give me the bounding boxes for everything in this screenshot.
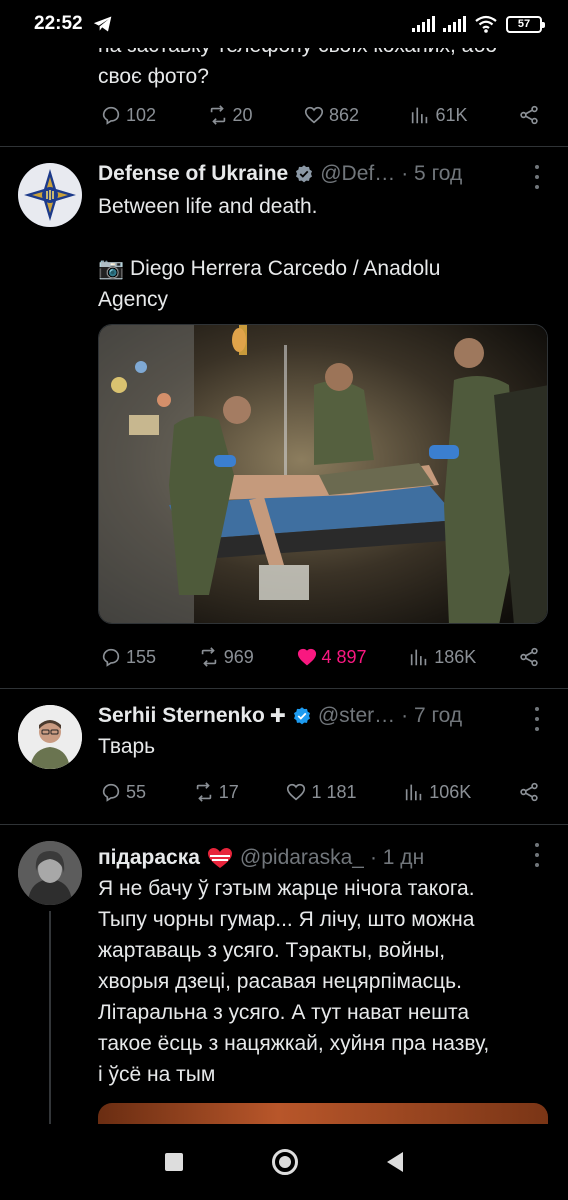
reply-count: 155 — [126, 646, 157, 667]
author-name[interactable]: Serhii Sternenko — [98, 704, 265, 728]
reply-count: 102 — [126, 104, 157, 125]
author-handle[interactable]: @Def… — [320, 162, 395, 186]
reply-count: 55 — [126, 781, 147, 802]
avatar[interactable] — [18, 163, 82, 227]
tweet-defense-of-ukraine[interactable]: Defense of Ukraine @Def… · 5 год Between… — [0, 147, 568, 687]
person-photo-icon — [18, 841, 82, 905]
tweet-actions: 102 20 862 61K — [100, 100, 540, 130]
share-icon — [520, 105, 538, 125]
timestamp[interactable]: · 7 год — [401, 704, 462, 728]
like-button[interactable]: 4 897 — [296, 646, 367, 668]
reply-icon — [102, 106, 120, 125]
like-count: 4 897 — [321, 646, 367, 667]
like-button[interactable]: 1 181 — [285, 781, 357, 803]
share-button[interactable] — [518, 646, 540, 668]
tweet-header: Serhii Sternenko ✚ @ster… · 7 год — [98, 701, 544, 731]
verified-badge-icon — [296, 165, 313, 183]
tweet-pidaraska[interactable]: підараска @pidaraska_ · 1 дн Я не бачу ў… — [0, 825, 568, 1143]
retweet-count: 20 — [232, 104, 253, 125]
avatar[interactable] — [18, 705, 82, 769]
heart-emoji-icon — [207, 848, 232, 868]
share-icon — [520, 782, 538, 802]
thread-line — [49, 911, 51, 1124]
status-left: 22:52 — [34, 13, 113, 35]
defense-emblem-icon — [18, 163, 82, 227]
tweet-actions: 55 17 1 181 106K — [100, 777, 540, 807]
heart-icon — [304, 106, 324, 124]
retweet-icon — [196, 782, 211, 802]
share-button[interactable] — [518, 781, 540, 803]
views-icon — [411, 649, 427, 666]
heart-filled-icon — [297, 648, 316, 666]
author-name[interactable]: підараска — [98, 846, 200, 870]
author-handle[interactable]: @pidaraska_ — [240, 846, 364, 870]
retweet-count: 969 — [223, 646, 254, 667]
like-count: 862 — [328, 104, 360, 125]
clock: 22:52 — [34, 13, 83, 34]
verified-badge-icon — [293, 707, 310, 725]
tweet-actions: 155 969 4 897 186K — [100, 642, 540, 672]
more-options-icon[interactable] — [534, 165, 540, 189]
field-hospital-photo — [99, 325, 547, 623]
tweet-text: Тварь — [98, 735, 156, 758]
signal-1-icon — [412, 16, 435, 32]
like-count: 1 181 — [311, 781, 357, 802]
views-button[interactable]: 61K — [409, 104, 468, 126]
system-nav-bar — [0, 1124, 568, 1200]
timestamp[interactable]: · 1 дн — [370, 846, 424, 870]
share-button[interactable] — [518, 104, 540, 126]
retweet-button[interactable]: 20 — [207, 104, 253, 126]
reply-icon — [102, 648, 120, 667]
share-icon — [520, 647, 538, 667]
retweet-button[interactable]: 17 — [193, 781, 239, 803]
reply-icon — [102, 783, 120, 802]
retweet-button[interactable]: 969 — [198, 646, 254, 668]
reply-button[interactable]: 155 — [100, 646, 156, 668]
views-button[interactable]: 106K — [403, 781, 471, 803]
back-button[interactable] — [387, 1152, 404, 1172]
signal-2-icon — [443, 16, 466, 32]
author-handle[interactable]: @ster… — [318, 704, 395, 728]
medical-cross-icon: ✚ — [269, 705, 286, 727]
tweet-text: Between life and death. 📷 Diego Herrera … — [98, 195, 441, 311]
recents-button[interactable] — [164, 1153, 183, 1171]
reply-button[interactable]: 55 — [100, 781, 146, 803]
view-count: 61K — [435, 104, 468, 125]
more-options-icon[interactable] — [534, 707, 540, 731]
battery-level: 57 — [517, 18, 531, 30]
tweet-sternenko[interactable]: Serhii Sternenko ✚ @ster… · 7 год Тварь … — [0, 689, 568, 823]
retweet-count: 17 — [218, 781, 239, 802]
views-button[interactable]: 186K — [408, 646, 476, 668]
heart-icon — [287, 783, 306, 801]
tweet-partial[interactable]: на заставку телефону своїх коханих, або … — [0, 30, 568, 150]
person-photo-icon — [18, 705, 82, 769]
status-right: 57 — [412, 15, 545, 33]
reply-button[interactable]: 102 — [100, 104, 156, 126]
retweet-icon — [201, 647, 216, 667]
home-button[interactable] — [271, 1149, 298, 1175]
retweet-icon — [210, 105, 225, 125]
telegram-icon — [93, 16, 111, 32]
tweet-media-image[interactable] — [98, 324, 548, 624]
author-name[interactable]: Defense of Ukraine — [98, 162, 288, 186]
tweet-header: підараска @pidaraska_ · 1 дн — [98, 843, 544, 873]
timestamp[interactable]: · 5 год — [401, 162, 462, 186]
avatar[interactable] — [18, 841, 82, 905]
like-button[interactable]: 862 — [303, 104, 359, 126]
more-options-icon[interactable] — [534, 843, 540, 867]
view-count: 106K — [429, 781, 472, 802]
battery-icon: 57 — [506, 15, 545, 33]
tweet-text: Я не бачу ў гэтым жарце нічога такога. Т… — [98, 877, 490, 1086]
tweet-header: Defense of Ukraine @Def… · 5 год — [98, 159, 544, 189]
views-icon — [406, 784, 422, 801]
view-count: 186K — [434, 646, 477, 667]
views-icon — [412, 107, 428, 124]
status-bar: 22:52 57 — [0, 0, 568, 48]
wifi-icon — [475, 15, 497, 33]
